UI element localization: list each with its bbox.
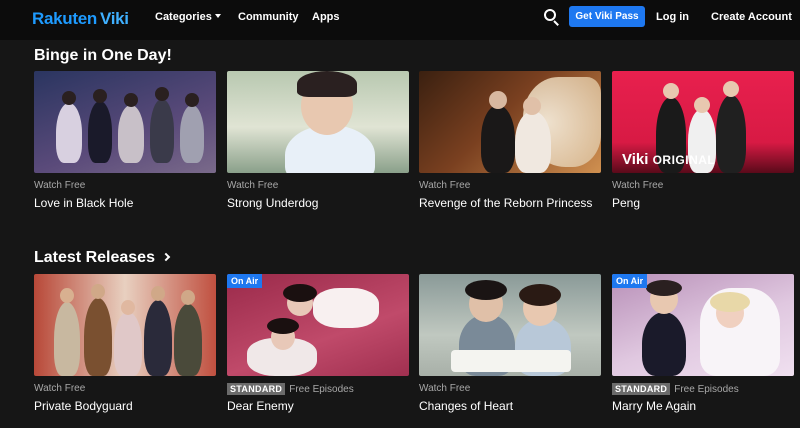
card-meta: Watch Free <box>34 383 86 394</box>
standard-tier-badge: STANDARD <box>612 383 671 395</box>
search-icon-handle <box>553 20 559 26</box>
show-card-love-in-black-hole[interactable]: Watch Free Love in Black Hole <box>34 71 216 210</box>
show-thumbnail[interactable]: On Air <box>227 274 409 376</box>
show-thumbnail[interactable]: On Air <box>612 274 794 376</box>
card-meta: Watch Free <box>34 180 86 191</box>
show-card-revenge-reborn-princess[interactable]: Watch Free Revenge of the Reborn Princes… <box>419 71 601 210</box>
standard-tier-badge: STANDARD <box>227 383 286 395</box>
get-viki-pass-button[interactable]: Get Viki Pass <box>569 6 645 27</box>
nav-apps[interactable]: Apps <box>312 11 340 23</box>
card-title[interactable]: Revenge of the Reborn Princess <box>419 196 592 210</box>
logo-product: Viki <box>99 9 129 28</box>
show-card-changes-of-heart[interactable]: Watch Free Changes of Heart <box>419 274 601 413</box>
create-account-link[interactable]: Create Account <box>711 11 792 23</box>
viki-original-watermark: Viki ORIGINAL <box>622 151 715 168</box>
show-thumbnail[interactable] <box>419 274 601 376</box>
chevron-down-icon <box>214 14 221 18</box>
on-air-badge: On Air <box>227 274 263 288</box>
show-card-dear-enemy[interactable]: On Air STANDARD Free Episodes Dear Enemy <box>227 274 409 413</box>
nav-categories-label: Categories <box>155 11 212 23</box>
card-title[interactable]: Marry Me Again <box>612 399 696 413</box>
chevron-right-icon <box>161 252 171 262</box>
show-thumbnail[interactable] <box>419 71 601 173</box>
section-title-binge: Binge in One Day! <box>34 47 172 64</box>
card-meta: STANDARD Free Episodes <box>612 383 739 395</box>
rakuten-viki-logo[interactable]: Rakuten Viki <box>32 9 129 29</box>
card-meta: Watch Free <box>227 180 279 191</box>
card-meta: Watch Free <box>612 180 664 191</box>
logo-brand: Rakuten <box>32 9 97 28</box>
card-title[interactable]: Peng <box>612 196 640 210</box>
login-link[interactable]: Log in <box>656 11 689 23</box>
nav-categories[interactable]: Categories <box>155 11 221 23</box>
card-meta: STANDARD Free Episodes <box>227 383 354 395</box>
top-nav-bar: Rakuten Viki Categories Community Apps Ge… <box>0 0 800 40</box>
nav-community[interactable]: Community <box>238 11 299 23</box>
section-title-latest[interactable]: Latest Releases <box>34 249 171 267</box>
show-card-marry-me-again[interactable]: On Air STANDARD Free Episodes Marry Me Ag… <box>612 274 794 413</box>
show-card-private-bodyguard[interactable]: Watch Free Private Bodyguard <box>34 274 216 413</box>
card-meta-text: Free Episodes <box>289 384 354 395</box>
section-title-latest-label: Latest Releases <box>34 249 155 266</box>
show-thumbnail[interactable] <box>227 71 409 173</box>
card-title[interactable]: Strong Underdog <box>227 196 318 210</box>
card-title[interactable]: Changes of Heart <box>419 399 513 413</box>
show-card-strong-underdog[interactable]: Watch Free Strong Underdog <box>227 71 409 210</box>
watermark-label: ORIGINAL <box>652 153 716 167</box>
search-icon[interactable] <box>544 9 560 26</box>
card-meta: Watch Free <box>419 383 471 394</box>
card-title[interactable]: Private Bodyguard <box>34 399 133 413</box>
show-card-peng[interactable]: Viki ORIGINAL Watch Free Peng <box>612 71 794 210</box>
card-title[interactable]: Dear Enemy <box>227 399 294 413</box>
on-air-badge: On Air <box>612 274 648 288</box>
show-thumbnail[interactable] <box>34 71 216 173</box>
show-thumbnail[interactable] <box>34 274 216 376</box>
watermark-brand: Viki <box>622 151 649 168</box>
card-meta: Watch Free <box>419 180 471 191</box>
card-meta-text: Free Episodes <box>674 384 739 395</box>
show-thumbnail[interactable]: Viki ORIGINAL <box>612 71 794 173</box>
card-title[interactable]: Love in Black Hole <box>34 196 133 210</box>
